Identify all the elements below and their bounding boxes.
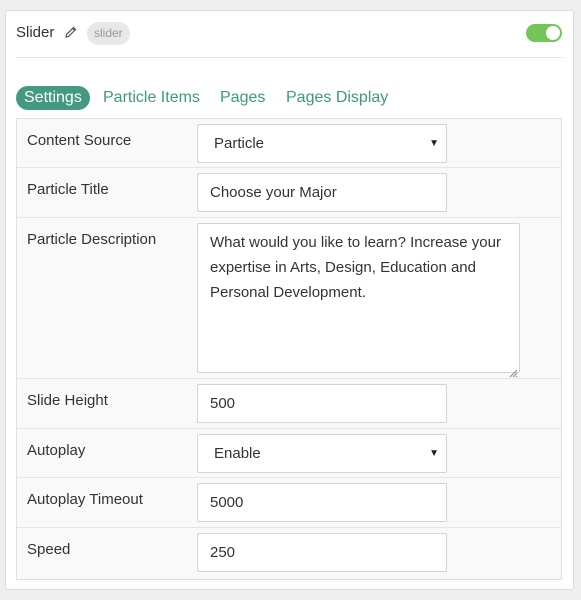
settings-form: Content Source Particle ▼ Particle Title… bbox=[16, 118, 562, 580]
caret-down-icon: ▼ bbox=[429, 138, 439, 149]
row-slide-height: Slide Height 500 bbox=[17, 379, 561, 429]
tab-settings[interactable]: Settings bbox=[16, 86, 90, 110]
autoplay-label: Autoplay bbox=[27, 442, 86, 459]
row-autoplay-timeout: Autoplay Timeout 5000 bbox=[17, 478, 561, 528]
toggle-knob bbox=[546, 26, 560, 40]
row-speed: Speed 250 bbox=[17, 528, 561, 579]
autoplay-timeout-label: Autoplay Timeout bbox=[27, 491, 143, 508]
resize-grip-icon[interactable] bbox=[508, 361, 518, 378]
row-content-source: Content Source Particle ▼ bbox=[17, 119, 561, 168]
enable-toggle[interactable] bbox=[526, 24, 562, 42]
tab-pages-display[interactable]: Pages Display bbox=[286, 86, 388, 110]
particle-title-input[interactable]: Choose your Major bbox=[197, 173, 447, 212]
particle-description-textarea[interactable]: What would you like to learn? Increase y… bbox=[197, 223, 520, 378]
row-autoplay: Autoplay Enable ▼ bbox=[17, 429, 561, 478]
tab-particle-items[interactable]: Particle Items bbox=[103, 86, 200, 110]
pencil-icon[interactable] bbox=[64, 25, 78, 39]
panel-header: Slider slider bbox=[16, 22, 563, 58]
autoplay-timeout-input[interactable]: 5000 bbox=[197, 483, 447, 522]
content-source-label: Content Source bbox=[27, 132, 132, 149]
speed-input[interactable]: 250 bbox=[197, 533, 447, 572]
panel-title: Slider bbox=[16, 24, 55, 41]
row-particle-title: Particle Title Choose your Major bbox=[17, 168, 561, 218]
row-particle-description: Particle Description What would you like… bbox=[17, 218, 561, 379]
type-badge: slider bbox=[87, 22, 130, 45]
content-source-value: Particle bbox=[214, 135, 265, 152]
speed-label: Speed bbox=[27, 541, 71, 558]
particle-description-value: What would you like to learn? Increase y… bbox=[210, 234, 501, 301]
autoplay-value: Enable bbox=[214, 445, 261, 462]
particle-panel: Slider slider Settings Particle Items Pa… bbox=[5, 10, 574, 590]
tab-pages[interactable]: Pages bbox=[220, 86, 265, 110]
caret-down-icon: ▼ bbox=[429, 448, 439, 459]
autoplay-select[interactable]: Enable ▼ bbox=[197, 434, 447, 473]
slide-height-input[interactable]: 500 bbox=[197, 384, 447, 423]
slide-height-label: Slide Height bbox=[27, 392, 108, 409]
particle-title-label: Particle Title bbox=[27, 181, 109, 198]
content-source-select[interactable]: Particle ▼ bbox=[197, 124, 447, 163]
particle-description-label: Particle Description bbox=[27, 231, 157, 248]
